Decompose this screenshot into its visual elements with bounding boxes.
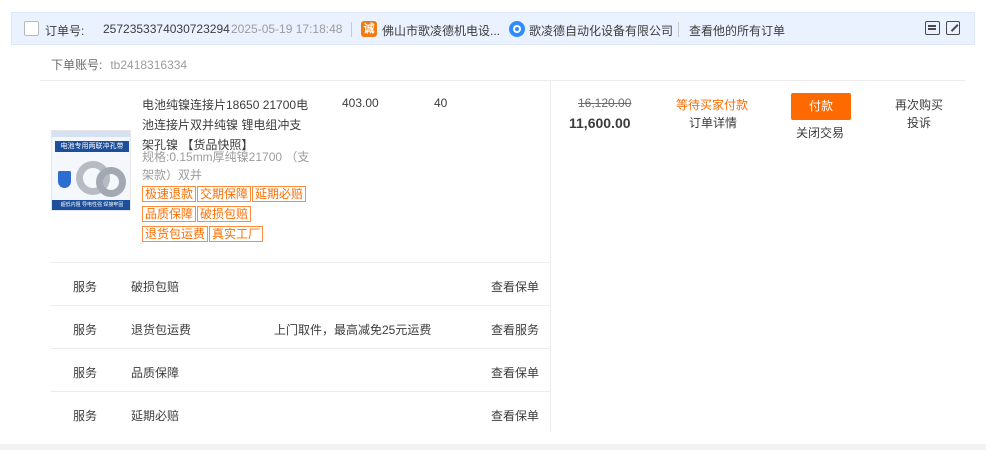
pay-button[interactable]: 付款 bbox=[791, 93, 851, 120]
service-name: 退货包运费 bbox=[131, 323, 192, 337]
view-policy-link[interactable]: 查看保单 bbox=[491, 278, 539, 295]
nickel-ring-graphic bbox=[96, 167, 126, 197]
close-trade-link[interactable]: 关闭交易 bbox=[796, 124, 844, 141]
service-label: 服务 bbox=[73, 366, 98, 380]
image-caption: 超低内阻 导电性强 焊接牢固 bbox=[52, 200, 130, 210]
service-tag[interactable]: 品质保障 bbox=[142, 206, 197, 222]
seller-company-link[interactable]: 歌凌德自动化设备有限公司 bbox=[529, 22, 673, 39]
order-checkbox[interactable] bbox=[24, 21, 39, 36]
view-policy-link[interactable]: 查看保单 bbox=[491, 407, 539, 424]
divider bbox=[550, 81, 551, 431]
product-sku: 规格:0.15mm厚纯镍21700 （支架款）双并 bbox=[142, 150, 310, 182]
view-all-orders-link[interactable]: 查看他的所有订单 bbox=[689, 22, 785, 39]
total-amount: 11,600.00 bbox=[569, 115, 631, 131]
account-value: tb2418316334 bbox=[110, 58, 188, 72]
service-tag[interactable]: 极速退款 bbox=[142, 186, 197, 202]
view-policy-link[interactable]: 查看保单 bbox=[491, 364, 539, 381]
order-header: 订单号: 2572353374030723294 2025-05-19 17:1… bbox=[11, 12, 975, 45]
order-detail-link[interactable]: 订单详情 bbox=[689, 114, 737, 131]
service-tag[interactable]: 延期必赔 bbox=[252, 186, 307, 202]
service-name: 破损包赔 bbox=[131, 280, 180, 294]
original-price: 16,120.00 bbox=[578, 96, 632, 110]
service-tag[interactable]: 交期保障 bbox=[197, 186, 252, 202]
service-row: 服务 退货包运费 上门取件，最高减免25元运费 查看服务 bbox=[50, 306, 550, 349]
service-tag[interactable]: 破损包赔 bbox=[197, 206, 252, 222]
order-status: 等待买家付款 bbox=[676, 98, 749, 112]
buy-again-link[interactable]: 再次购买 bbox=[895, 96, 943, 113]
unit-price: 403.00 bbox=[342, 96, 379, 110]
product-title-link[interactable]: 电池纯镍连接片18650 21700电池连接片双并纯镍 锂电组冲支架孔镍 【货品… bbox=[142, 95, 312, 155]
shop-name-link[interactable]: 佛山市歌凌德机电设... bbox=[382, 22, 500, 39]
service-tags: 极速退款 交期保障 延期必赔 品质保障 破损包赔 退货包运费 真实工厂 bbox=[142, 186, 314, 246]
service-label: 服务 bbox=[73, 323, 98, 337]
shield-icon bbox=[58, 171, 71, 188]
divider bbox=[351, 22, 352, 37]
quantity: 40 bbox=[434, 96, 448, 110]
product-thumbnail[interactable]: 电池专用两联冲孔带 超低内阻 导电性强 焊接牢固 bbox=[51, 130, 131, 211]
note-icon[interactable] bbox=[924, 21, 940, 35]
header-icons bbox=[923, 21, 960, 38]
account-label: 下单账号: bbox=[51, 58, 103, 72]
order-card: 订单号: 2572353374030723294 2025-05-19 17:1… bbox=[0, 0, 986, 444]
service-tag[interactable]: 真实工厂 bbox=[209, 226, 264, 242]
service-row: 服务 品质保障 查看保单 bbox=[50, 349, 550, 392]
edit-icon[interactable] bbox=[946, 21, 960, 35]
order-time: 2025-05-19 17:18:48 bbox=[231, 22, 343, 36]
service-tag[interactable]: 退货包运费 bbox=[142, 226, 209, 242]
wangwang-chat-icon[interactable] bbox=[509, 21, 525, 37]
order-account: 下单账号: tb2418316334 bbox=[51, 56, 187, 73]
shop-trust-icon: 诚 bbox=[361, 21, 377, 37]
service-desc: 上门取件，最高减免25元运费 bbox=[274, 323, 432, 337]
service-row: 服务 破损包赔 查看保单 bbox=[50, 263, 550, 306]
service-label: 服务 bbox=[73, 409, 98, 423]
image-caption: 电池专用两联冲孔带 bbox=[55, 141, 129, 152]
service-name: 品质保障 bbox=[131, 366, 180, 380]
order-number-label: 订单号: bbox=[45, 24, 85, 38]
divider bbox=[678, 22, 679, 37]
divider bbox=[40, 80, 965, 81]
order-number: 2572353374030723294 bbox=[103, 22, 230, 36]
view-service-link[interactable]: 查看服务 bbox=[491, 321, 539, 338]
service-label: 服务 bbox=[73, 280, 98, 294]
service-row: 服务 延期必赔 查看保单 bbox=[50, 392, 550, 435]
service-name: 延期必赔 bbox=[131, 409, 180, 423]
complain-link[interactable]: 投诉 bbox=[907, 114, 931, 131]
